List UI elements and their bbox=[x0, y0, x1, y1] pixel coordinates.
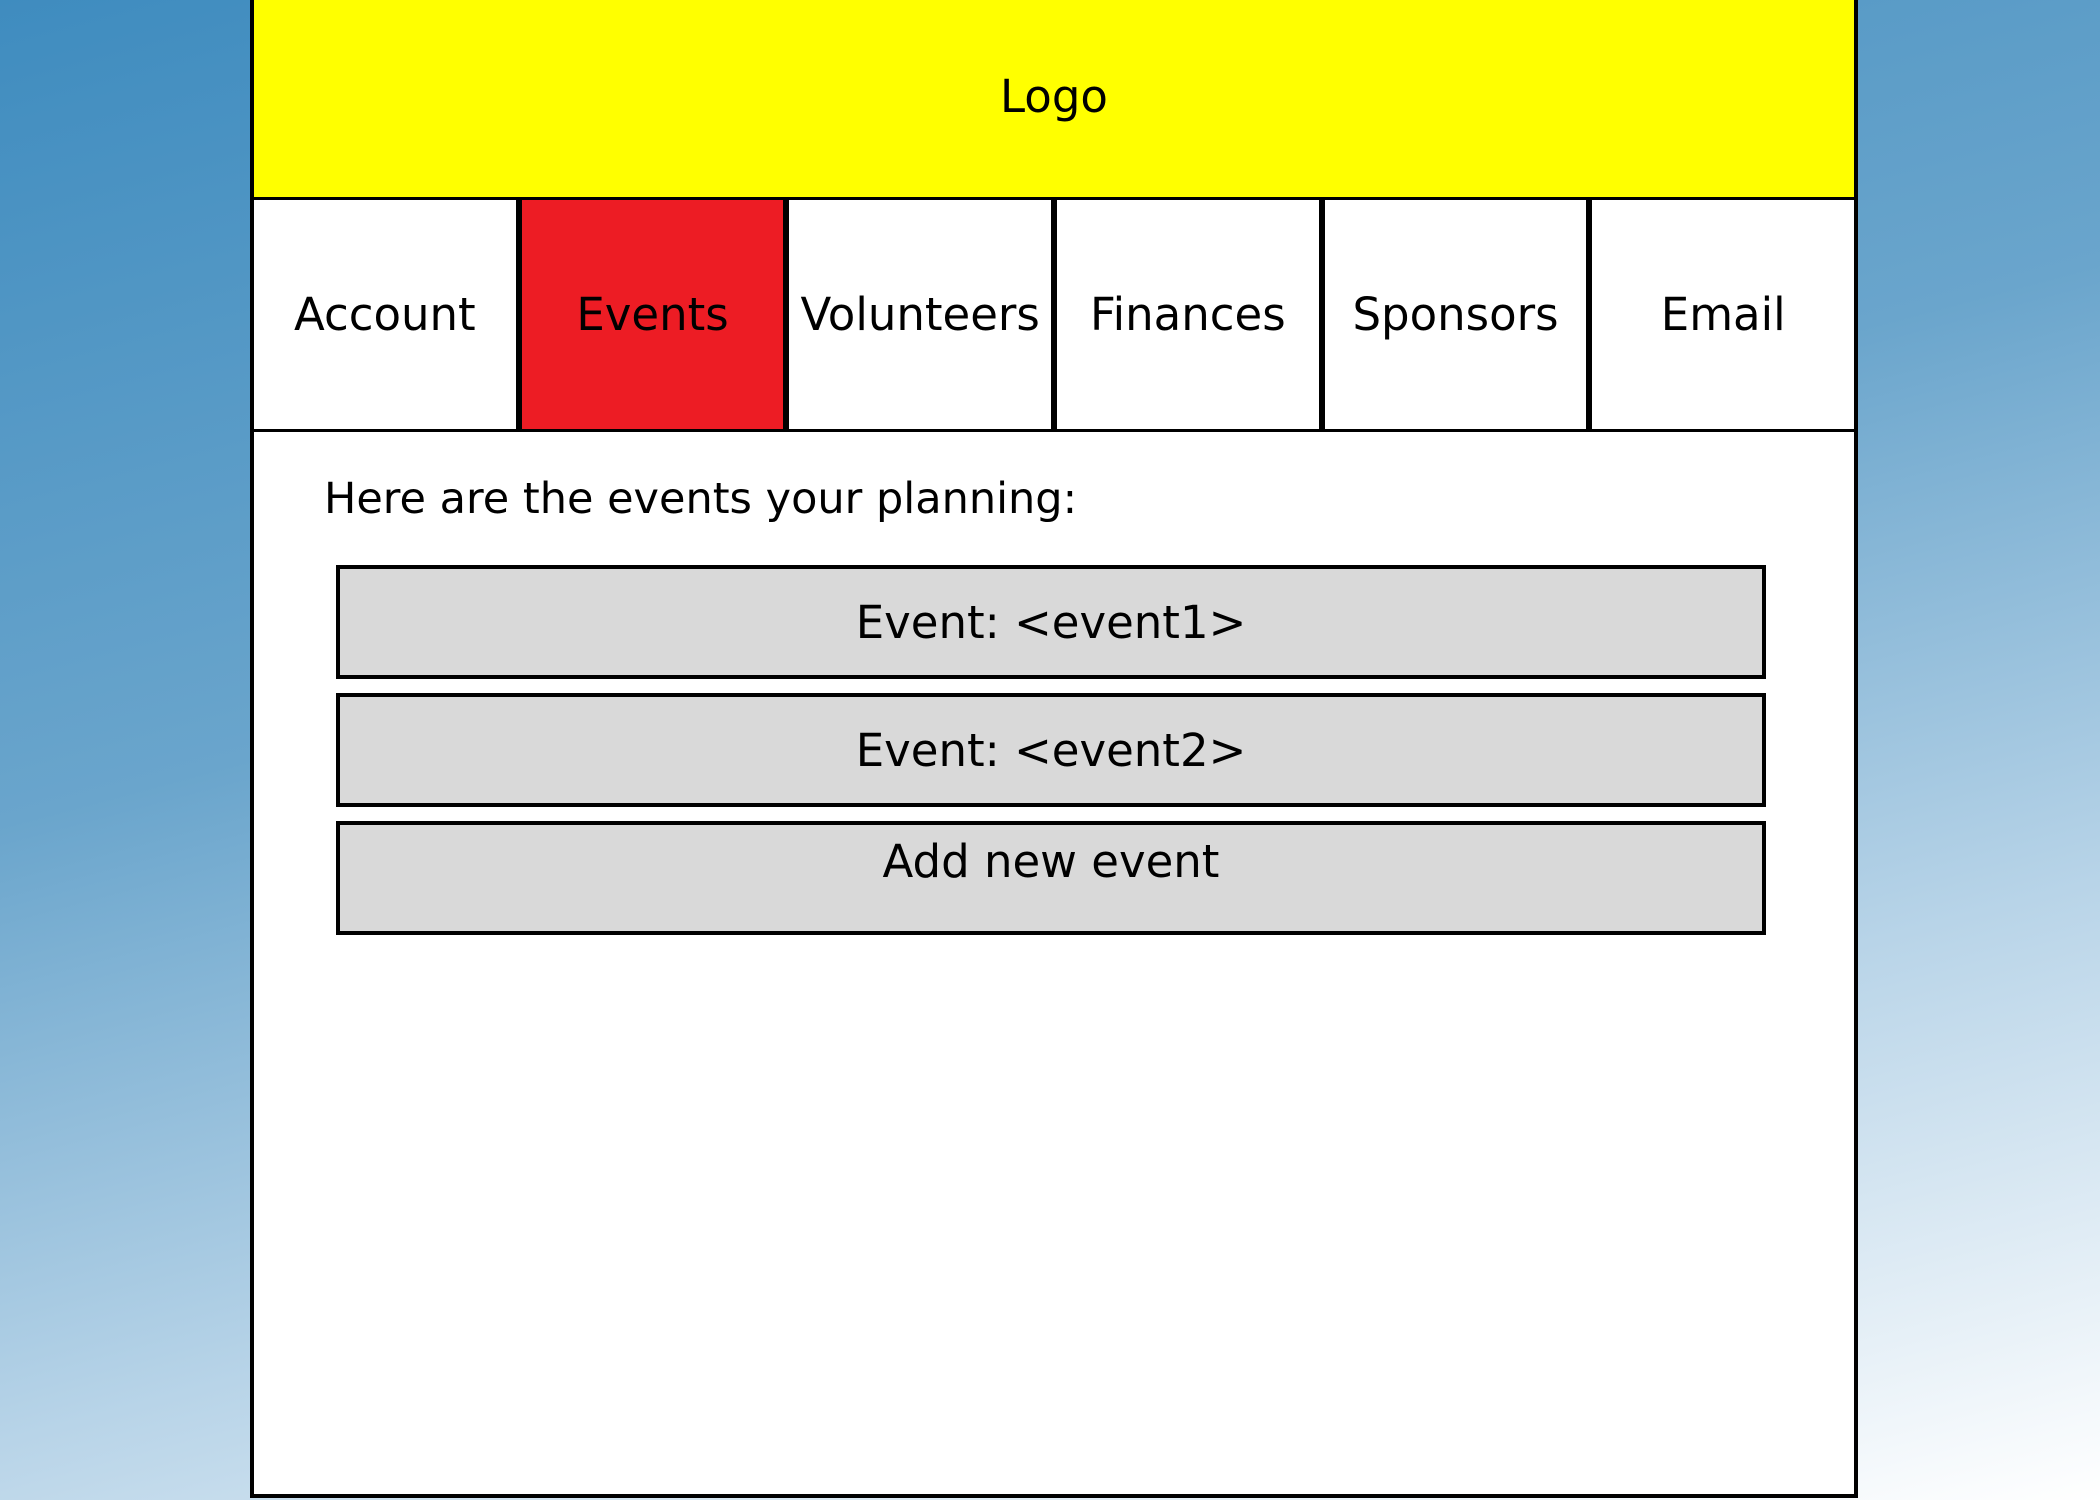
header: Logo bbox=[254, 0, 1854, 200]
tab-label: Sponsors bbox=[1352, 288, 1559, 341]
tab-label: Events bbox=[576, 288, 729, 341]
add-event-label: Add new event bbox=[882, 835, 1220, 888]
intro-text: Here are the events your planning: bbox=[324, 474, 1078, 524]
tab-label: Volunteers bbox=[800, 288, 1040, 341]
tab-finances[interactable]: Finances bbox=[1057, 200, 1325, 429]
event-button-1[interactable]: Event: <event1> bbox=[336, 565, 1766, 679]
events-panel: Here are the events your planning: Event… bbox=[254, 432, 1854, 1492]
add-event-button[interactable]: Add new event bbox=[336, 821, 1766, 935]
nav-tabs: Account Events Volunteers Finances Spons… bbox=[254, 200, 1855, 432]
tab-label: Email bbox=[1660, 288, 1786, 341]
tab-label: Finances bbox=[1090, 288, 1286, 341]
tab-events[interactable]: Events bbox=[521, 200, 790, 429]
logo: Logo bbox=[1000, 70, 1108, 123]
event-button-2[interactable]: Event: <event2> bbox=[336, 693, 1766, 807]
event-label: Event: <event2> bbox=[855, 723, 1247, 777]
app-frame: Logo Account Events Volunteers Finances … bbox=[250, 0, 1858, 1498]
tab-volunteers[interactable]: Volunteers bbox=[789, 200, 1058, 429]
tab-sponsors[interactable]: Sponsors bbox=[1324, 200, 1593, 429]
tab-email[interactable]: Email bbox=[1592, 200, 1855, 429]
tab-account[interactable]: Account bbox=[254, 200, 522, 429]
tab-label: Account bbox=[293, 288, 476, 341]
event-label: Event: <event1> bbox=[855, 595, 1247, 649]
